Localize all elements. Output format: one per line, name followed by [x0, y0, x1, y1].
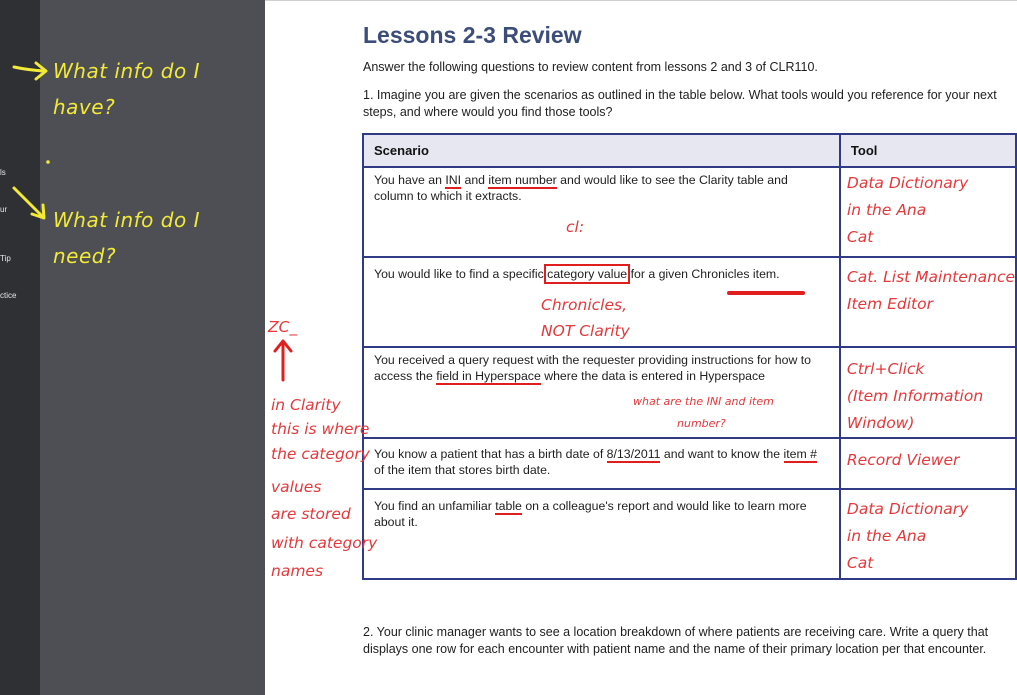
annotation-have-2: have?	[53, 95, 116, 119]
up-arrow	[273, 339, 293, 382]
ink-ini-question-2: number?	[677, 417, 726, 430]
term-chronicles: Chronicles	[691, 267, 750, 281]
header-tool: Tool	[838, 133, 1017, 168]
annotation-need-2: need?	[53, 244, 117, 268]
tool-cell: Data Dictionary in the Ana Cat	[838, 488, 1017, 580]
term-item-hash: item #	[783, 447, 818, 463]
table-row: You find an unfamiliar table on a collea…	[362, 488, 1017, 580]
ink-clarity-note-1: in Clarity	[271, 396, 341, 414]
table-header-row: Scenario Tool	[362, 133, 1017, 168]
ink-zc: ZC_	[268, 318, 298, 336]
scenario-cell: You know a patient that has a birth date…	[362, 437, 841, 490]
term-table: table	[495, 499, 522, 515]
ink-clarity-note-2: this is where	[271, 420, 370, 438]
annotation-have-1: What info do I	[53, 59, 200, 83]
ink-ini-question-1: what are the INI and item	[633, 395, 774, 408]
scenario-cell: You find an unfamiliar table on a collea…	[362, 488, 841, 580]
question-2-text: 2. Your clinic manager wants to see a lo…	[363, 625, 989, 656]
ink-clarity-note-6: with category	[271, 534, 378, 552]
ink-not-clarity: NOT Clarity	[541, 322, 630, 340]
tool-cell: Ctrl+Click (Item Information Window)	[838, 346, 1017, 439]
table-row: You would like to find a specific catego…	[362, 256, 1017, 348]
header-scenario: Scenario	[362, 133, 841, 168]
scenario-cell: You received a query request with the re…	[362, 346, 841, 439]
table-row: You have an INI and item number and woul…	[362, 166, 1017, 258]
page-top-border	[265, 0, 1017, 1]
annotation-need-1: What info do I	[53, 208, 200, 232]
ink-chronicles: Chronicles,	[541, 296, 627, 314]
tool-cell: Data Dictionary in the Ana Cat	[838, 166, 1017, 258]
scenario-cell: You have an INI and item number and woul…	[362, 166, 841, 258]
table-row: You know a patient that has a birth date…	[362, 437, 1017, 490]
ink-clarity-note-3: the category	[271, 445, 370, 463]
ink-clarity-note-7: names	[271, 562, 324, 580]
page-title: Lessons 2-3 Review	[363, 22, 582, 48]
chronicles-underline	[727, 291, 805, 295]
review-table: Scenario Tool You have an INI and item n…	[362, 133, 1017, 580]
term-field-in-hyperspace: field in Hyperspace	[436, 368, 541, 385]
intro-text: Answer the following questions to review…	[363, 60, 818, 74]
term-item-number: item number	[488, 173, 557, 189]
term-ini: INI	[445, 173, 462, 189]
tool-cell: Cat. List Maintenance Item Editor	[838, 256, 1017, 348]
ink-clarity-note-5: are stored	[271, 505, 351, 523]
term-category-value: category value	[544, 264, 631, 284]
yellow-arrows	[12, 61, 50, 220]
term-birth-date: 8/13/2011	[606, 447, 661, 463]
question-1-text: 1. Imagine you are given the scenarios a…	[363, 88, 997, 119]
ink-cl: cl:	[566, 218, 585, 236]
tool-cell: Record Viewer	[838, 437, 1017, 490]
ink-clarity-note-4: values	[271, 478, 322, 496]
